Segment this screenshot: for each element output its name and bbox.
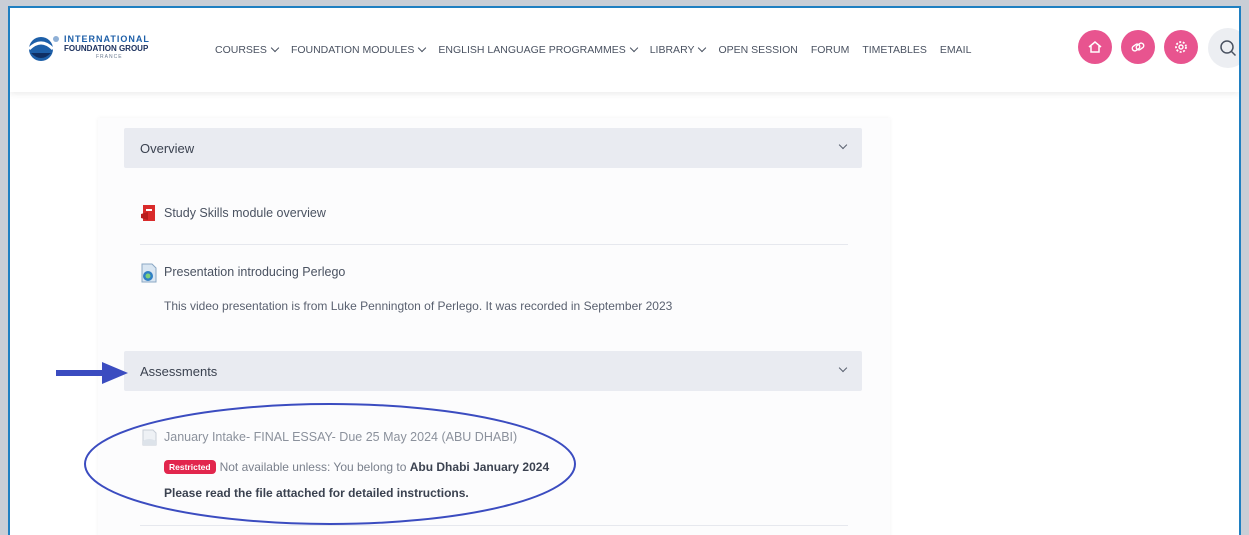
- annotation-arrow: [56, 362, 128, 384]
- browser-frame: INTERNATIONAL FOUNDATION GROUP FRANCE CO…: [8, 6, 1241, 535]
- annotation-ellipse: [84, 403, 576, 525]
- annotation-overlay: [56, 362, 576, 525]
